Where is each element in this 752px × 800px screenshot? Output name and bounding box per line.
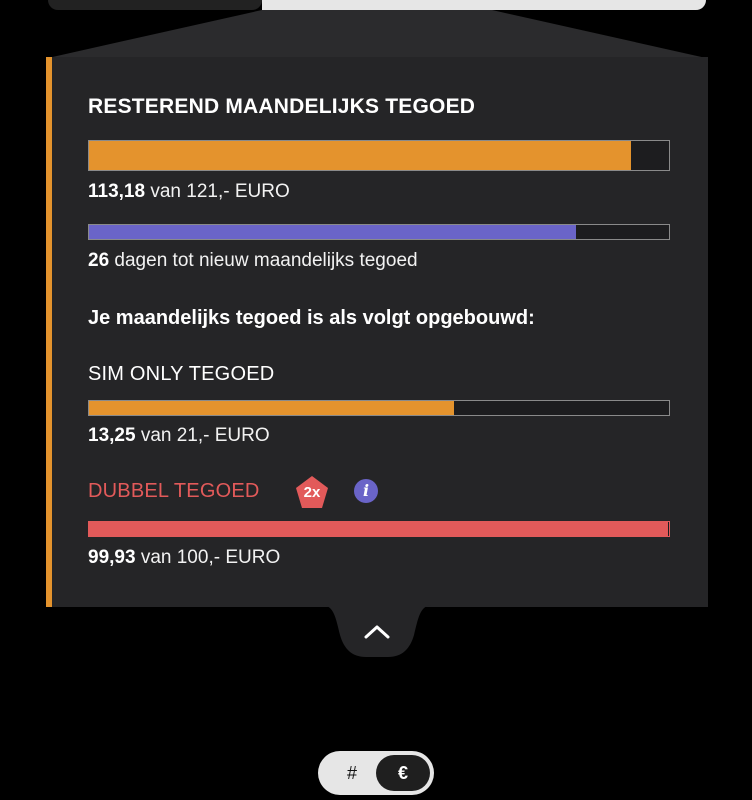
sim-only-suffix: van 21,- EURO — [140, 425, 270, 446]
panel-connector — [48, 10, 706, 58]
sim-only-label: SIM ONLY TEGOED — [88, 363, 275, 385]
dubbel-bar — [88, 521, 670, 537]
sim-only-bar — [88, 400, 670, 416]
double-badge-text: 2x — [303, 484, 321, 501]
sim-only-line: 13,25 van 21,- EURO — [88, 425, 270, 447]
top-tab-left[interactable] — [48, 0, 262, 10]
days-count: 26 — [88, 250, 110, 271]
dubbel-bar-fill — [89, 522, 669, 536]
toggle-euro-option[interactable]: € — [376, 755, 430, 791]
dubbel-suffix: van 100,- EURO — [140, 547, 281, 568]
days-suffix: dagen tot nieuw maandelijks tegoed — [114, 250, 418, 271]
days-bar — [88, 224, 670, 240]
total-credit-bar-fill — [89, 141, 632, 170]
total-credit-line: 113,18 van 121,- EURO — [88, 181, 290, 203]
sim-only-amount: 13,25 — [88, 425, 136, 446]
dubbel-line: 99,93 van 100,- EURO — [88, 547, 280, 569]
total-credit-bar — [88, 140, 670, 171]
collapse-tab[interactable] — [322, 605, 432, 657]
panel-title: RESTEREND MAANDELIJKS TEGOED — [88, 95, 476, 118]
unit-toggle[interactable]: # € — [318, 751, 434, 795]
days-bar-fill — [89, 225, 577, 239]
dubbel-label: DUBBEL TEGOED — [88, 480, 260, 502]
sim-only-bar-fill — [89, 401, 455, 415]
total-credit-suffix: van 121,- EURO — [150, 181, 290, 202]
dubbel-amount: 99,93 — [88, 547, 136, 568]
info-icon[interactable]: i — [354, 479, 378, 503]
toggle-hash-option[interactable]: # — [332, 761, 372, 785]
total-credit-amount: 113,18 — [88, 181, 146, 202]
credit-panel: RESTEREND MAANDELIJKS TEGOED 113,18 van … — [46, 57, 708, 607]
breakdown-heading: Je maandelijks tegoed is als volgt opgeb… — [88, 307, 535, 329]
top-tab-right[interactable] — [262, 0, 706, 10]
days-line: 26 dagen tot nieuw maandelijks tegoed — [88, 250, 418, 272]
panel-accent-bar — [46, 57, 52, 607]
